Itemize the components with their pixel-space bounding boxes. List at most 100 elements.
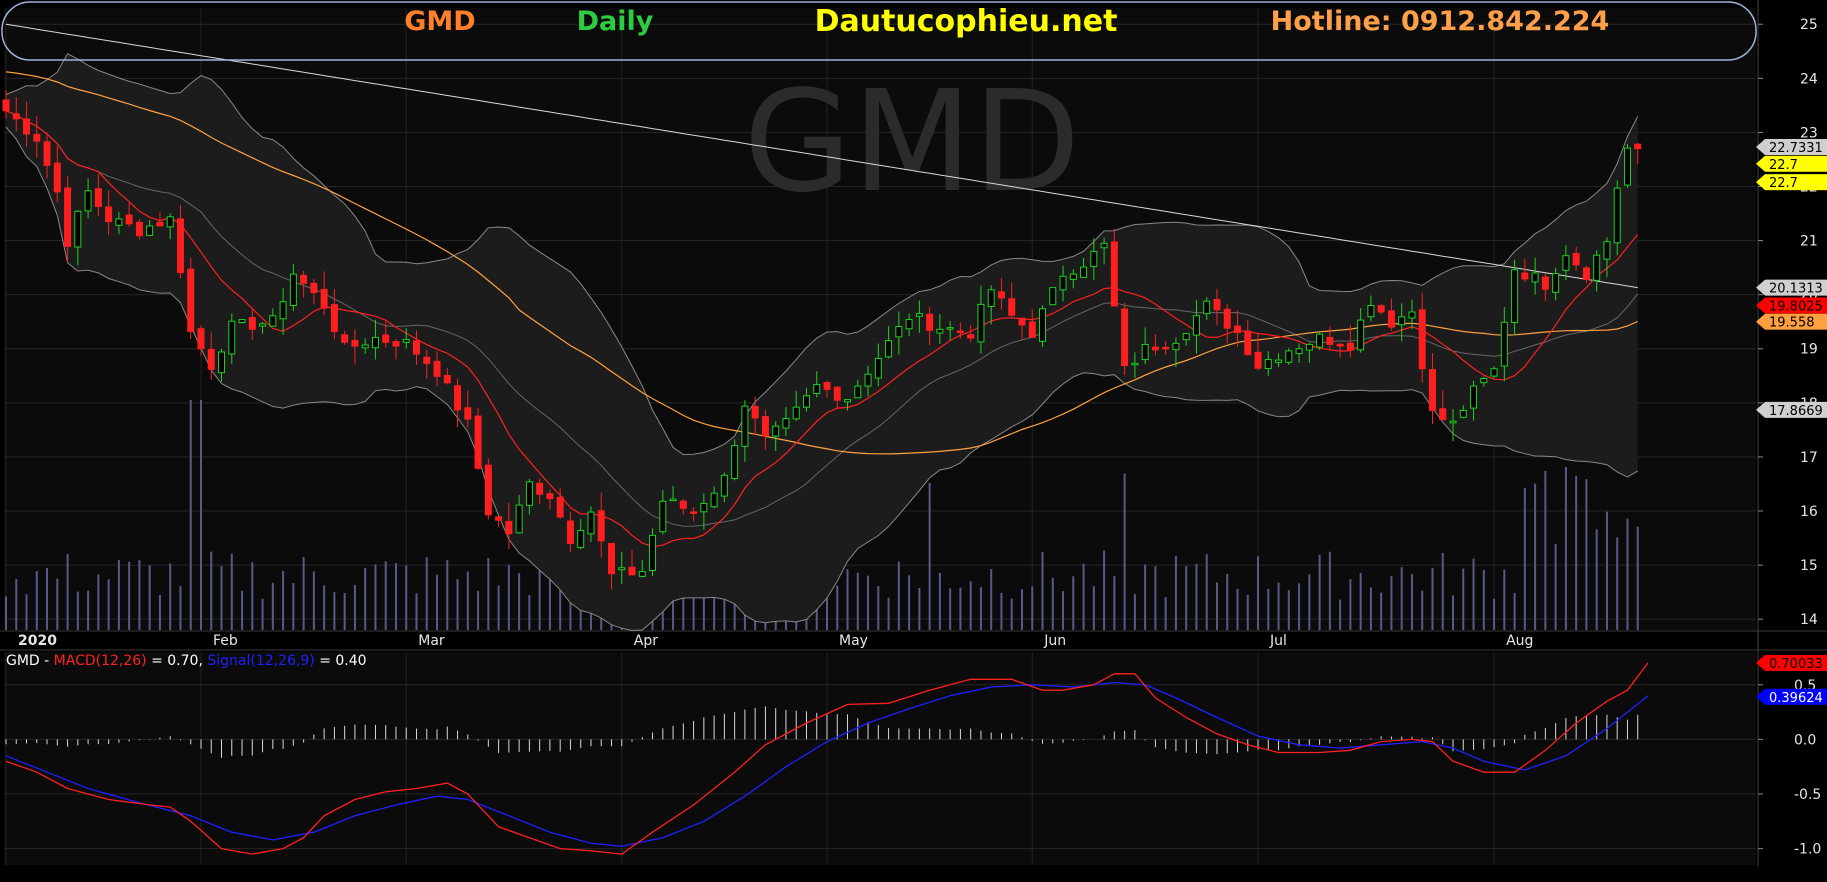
candle-body — [320, 288, 328, 309]
volume-bar — [1318, 554, 1321, 630]
candle-body — [2, 99, 10, 112]
volume-bar — [1103, 550, 1106, 630]
candle — [238, 319, 246, 324]
candle-body — [1634, 143, 1642, 150]
volume-bar — [466, 571, 469, 630]
volume-bar — [1636, 526, 1639, 630]
volume-bar — [1452, 595, 1455, 630]
volume-bar — [394, 563, 397, 630]
candle-body — [566, 520, 574, 544]
candle — [1049, 287, 1057, 306]
price-tag-text: 22.7331 — [1769, 141, 1823, 156]
volume-bar — [1062, 591, 1065, 630]
candle-body — [1018, 317, 1026, 326]
candle-body — [105, 206, 113, 223]
candle-body — [402, 339, 410, 343]
price-tick-label: 15 — [1800, 558, 1818, 574]
price-tag-text: 0.39624 — [1769, 691, 1823, 706]
candle-body — [977, 303, 985, 343]
volume-bar — [1226, 573, 1229, 630]
volume-bar — [425, 557, 428, 630]
volume-bar — [979, 587, 982, 630]
candle-body — [310, 282, 318, 293]
candle-body — [638, 571, 646, 577]
candle-body — [1541, 276, 1549, 290]
candle-body — [1623, 147, 1631, 186]
volume-bar — [1298, 583, 1301, 630]
candle-body — [12, 113, 20, 120]
volume-bar — [261, 598, 264, 630]
candle-body — [607, 542, 615, 575]
volume-bar — [405, 565, 408, 630]
candle-body — [1059, 275, 1067, 291]
candle-body — [1162, 346, 1170, 350]
volume-bar — [374, 564, 377, 630]
volume-bar — [528, 595, 531, 630]
volume-bar — [117, 559, 120, 630]
volume-bar — [497, 585, 500, 630]
month-label: 2020 — [18, 633, 57, 649]
volume-bar — [990, 569, 993, 630]
volume-bar — [251, 562, 254, 630]
macd-tick-label: 0.0 — [1794, 732, 1816, 748]
candle-body — [1100, 242, 1108, 249]
candle-body — [1367, 304, 1375, 318]
price-tag-text: 19.8025 — [1769, 299, 1823, 314]
volume-bar — [1575, 475, 1578, 630]
month-label: Jun — [1043, 633, 1066, 649]
candle-body — [33, 133, 41, 142]
price-tag-text: 19.558 — [1769, 316, 1815, 331]
volume-bar — [5, 596, 7, 630]
candle-body — [546, 493, 554, 500]
volume-bar — [969, 581, 972, 630]
candle-body — [587, 511, 595, 535]
candle-body — [1346, 342, 1354, 351]
price-tag: 19.8025 — [1756, 297, 1827, 314]
volume-bar — [302, 556, 305, 630]
price-tag: 20.1313 — [1756, 279, 1827, 297]
volume-bar — [1051, 577, 1054, 630]
candle-body — [505, 520, 513, 535]
volume-bar — [323, 585, 326, 630]
candle-body — [772, 425, 780, 437]
macd-tick-label: -1.0 — [1794, 842, 1821, 858]
candle-body — [1480, 377, 1488, 384]
candle-body — [813, 383, 821, 395]
candle — [1039, 305, 1047, 347]
volume-bar — [1513, 593, 1516, 630]
candle-body — [1439, 408, 1447, 421]
price-tag-text: 0.70033 — [1769, 657, 1823, 672]
volume-bar — [1493, 598, 1496, 630]
volume-bar — [1000, 592, 1003, 630]
month-label: May — [839, 633, 868, 649]
volume-bar — [856, 572, 859, 630]
candle-body — [1449, 420, 1457, 424]
month-label: Aug — [1506, 633, 1533, 649]
volume-bar — [1113, 576, 1116, 630]
volume-bar — [312, 571, 315, 630]
candle-body — [1141, 343, 1149, 361]
volume-bar — [1534, 483, 1537, 630]
candle-body — [556, 496, 564, 518]
candle-body — [802, 395, 810, 408]
volume-bar — [877, 586, 880, 630]
candle-body — [115, 218, 123, 226]
candle-body — [1110, 241, 1118, 307]
candle-body — [1264, 359, 1272, 369]
candle-body — [1603, 241, 1611, 260]
volume-bar — [918, 587, 921, 630]
volume-bar — [1205, 554, 1208, 630]
candle-body — [1028, 321, 1036, 338]
volume-bar — [1215, 582, 1218, 630]
price-tag: 0.70033 — [1756, 654, 1827, 672]
candle-body — [864, 373, 872, 387]
candle-body — [135, 221, 143, 237]
candle-body — [464, 407, 472, 420]
candle-body — [1459, 409, 1467, 418]
header-ticker: GMD — [404, 6, 475, 37]
candle-body — [997, 291, 1005, 299]
candle-body — [1521, 272, 1529, 280]
candle-body — [1408, 311, 1416, 319]
month-label: Feb — [213, 633, 238, 649]
volume-bar — [836, 585, 839, 630]
